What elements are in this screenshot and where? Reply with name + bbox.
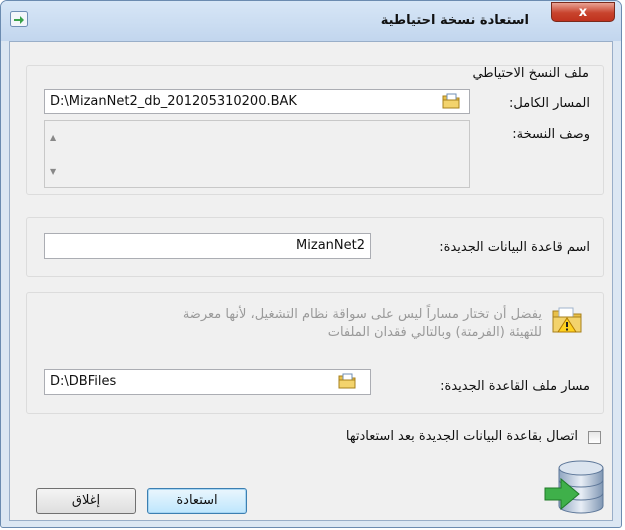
db-file-path-field[interactable]: D:\DBFiles <box>44 369 371 395</box>
warning-text-line2: للتهيئة (الفرمتة) وبالتالي فقدان الملفات <box>327 325 542 340</box>
warning-text-line1: يفضل أن تختار مساراً ليس على سواقة نظام … <box>182 307 542 322</box>
new-db-name-field[interactable]: MizanNet2 <box>44 233 371 259</box>
full-path-field[interactable]: D:\MizanNet2_db_201205310200.BAK <box>44 89 470 114</box>
database-restore-icon <box>543 460 605 516</box>
restore-app-icon <box>10 11 28 27</box>
db-file-path-label: مسار ملف القاعدة الجديدة: <box>440 379 590 394</box>
connect-after-restore-label[interactable]: اتصال بقاعدة البيانات الجديدة بعد استعاد… <box>346 429 578 444</box>
connect-after-restore-checkbox[interactable] <box>588 431 601 444</box>
restore-button[interactable]: استعادة <box>147 488 247 514</box>
backup-group-legend: ملف النسخ الاحتياطي <box>469 66 592 81</box>
restore-backup-dialog: استعادة نسخة احتياطية x ملف النسخ الاحتي… <box>0 0 622 528</box>
description-field[interactable]: ▲ ▼ <box>44 120 470 188</box>
title-bar: استعادة نسخة احتياطية x <box>1 1 621 41</box>
full-path-label: المسار الكامل: <box>509 96 590 111</box>
description-label: وصف النسخة: <box>512 127 590 142</box>
scroll-down-arrow-icon[interactable]: ▼ <box>50 167 56 176</box>
scroll-up-arrow-icon[interactable]: ▲ <box>50 133 56 142</box>
close-icon: x <box>578 5 588 20</box>
dialog-content: ملف النسخ الاحتياطي المسار الكامل: D:\Mi… <box>9 41 613 521</box>
browse-db-path-folder-icon[interactable] <box>337 371 357 391</box>
window-title: استعادة نسخة احتياطية <box>380 13 529 28</box>
close-button[interactable]: إغلاق <box>36 488 136 514</box>
browse-backup-folder-icon[interactable] <box>441 91 461 111</box>
new-db-name-label: اسم قاعدة البيانات الجديدة: <box>439 240 590 255</box>
warning-folder-icon <box>551 305 585 335</box>
window-close-button[interactable]: x <box>551 2 615 22</box>
